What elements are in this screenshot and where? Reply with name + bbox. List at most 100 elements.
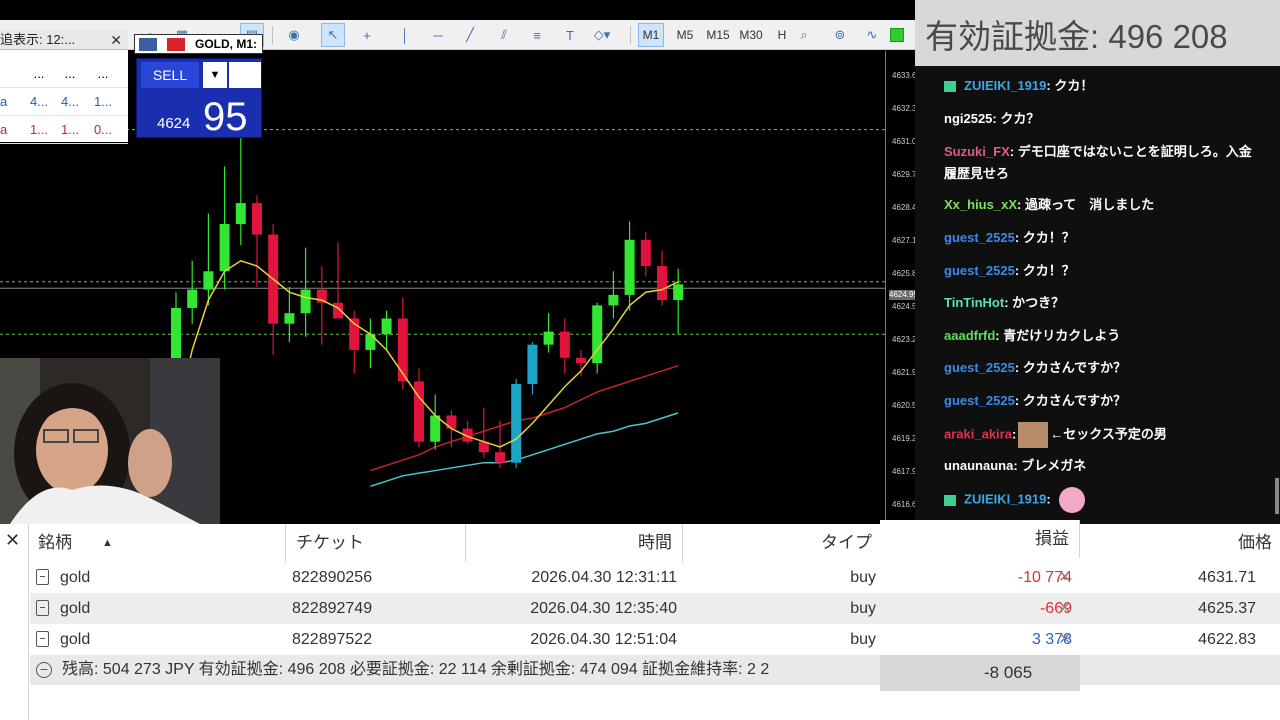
market-watch-row[interactable]: a 1... 1... 0... [0, 116, 128, 144]
fibonacci-icon[interactable]: ≡ [525, 23, 549, 47]
price-cell: 4631.71 [1198, 569, 1256, 586]
symbol-cell: gold [60, 600, 91, 617]
candle-body [495, 452, 505, 463]
column-header-profit-label: 損益 [1035, 529, 1069, 548]
table-row[interactable]: gold 822890256 2026.04.30 12:31:11 buy -10 7… [30, 562, 1280, 593]
close-position-icon[interactable]: ✕ [1058, 562, 1071, 593]
chat-username[interactable]: unaunauna [944, 458, 1013, 473]
market-watch-tab[interactable]: 追表示: 12:... ✕ [0, 30, 128, 50]
chat-username[interactable]: aaadfrfd [944, 328, 995, 343]
time-cell: 2026.04.30 12:35:40 [530, 600, 677, 617]
chat-message: guest_2525: クカさんですか？ [944, 357, 1264, 379]
timeframe-m5[interactable]: M5 [672, 23, 698, 47]
candle-body [187, 289, 198, 308]
divider [28, 524, 29, 720]
candle-body [284, 313, 295, 324]
column-header-time[interactable]: 時間 [466, 524, 683, 562]
price-axis: 4633.65 4632.35 4631.05 4629.75 4628.45 4627.… [885, 51, 921, 523]
close-position-icon[interactable]: ✕ [1058, 593, 1071, 624]
column-header-type[interactable]: タイプ [683, 524, 880, 562]
column-header-profit[interactable]: 損益 [880, 520, 1080, 558]
market-watch-row[interactable]: a 4... 4... 1... [0, 88, 128, 116]
market-watch-row[interactable]: ... ... ... [0, 60, 128, 88]
table-row[interactable]: gold 822897522 2026.04.30 12:51:04 buy 3 378… [30, 624, 1280, 655]
symbol-cell: gold [60, 569, 91, 586]
chat-username[interactable]: guest_2525 [944, 230, 1015, 245]
colon: : [1011, 426, 1017, 442]
webcam-image [0, 358, 220, 524]
collapse-icon[interactable]: − [36, 662, 52, 678]
chat-username[interactable]: Suzuki_FX [944, 144, 1010, 159]
horizontal-line-icon[interactable]: ─ [426, 23, 450, 47]
indicator-icon[interactable]: ∿ [860, 23, 884, 47]
candle-body [657, 266, 667, 301]
chat-username[interactable]: guest_2525 [944, 263, 1015, 278]
column-header-ticket[interactable]: チケット [286, 524, 466, 562]
candle-body [624, 239, 635, 295]
column-header-symbol[interactable]: 銘柄 ▲ [30, 524, 286, 562]
magnifier-icon[interactable]: ⌕ [792, 23, 816, 47]
chat-text: : ブレメガネ [1013, 458, 1087, 473]
close-icon[interactable]: ✕ [110, 30, 122, 49]
chat-username[interactable]: guest_2525 [944, 360, 1015, 375]
chat-message: aaadfrfd: 青だけリカクしよう [944, 325, 1264, 347]
screen: ▢ ▢ ▢ ⊕ ○ ▦ ▤ ◉ ↖ + │ ─ ╱ ⫽ ≡ T ◇▾ M1 M5… [0, 0, 1280, 720]
toolbar-separator [630, 26, 631, 44]
candle-body [608, 294, 619, 306]
candle-body [527, 344, 538, 385]
close-position-icon[interactable]: ✕ [1058, 624, 1071, 655]
price-cell: 4622.83 [1198, 631, 1256, 648]
chat-username[interactable]: Xx_hius_xX [944, 197, 1017, 212]
volume-input[interactable] [229, 62, 261, 88]
document-icon [36, 600, 49, 616]
timeframe-m1[interactable]: M1 [638, 23, 664, 47]
close-panel-icon[interactable]: ✕ [5, 530, 20, 551]
crosshair-icon[interactable]: + [355, 23, 379, 47]
vertical-line-icon[interactable]: │ [393, 23, 417, 47]
chat-message: araki_akira: ←セックス予定の男 [944, 422, 1264, 448]
table-row[interactable]: gold 822892749 2026.04.30 12:35:40 buy -669 ✕… [30, 593, 1280, 624]
text-icon[interactable]: T [558, 23, 582, 47]
volume-dropdown[interactable]: ▼ [203, 62, 227, 88]
chart-title-bar[interactable]: GOLD, M1: [134, 34, 263, 54]
timeframe-h[interactable]: H [770, 23, 794, 47]
chat-message: ZUIEIKI_1919: [944, 487, 1264, 513]
toolbar-separator [272, 26, 273, 44]
chat-text: : クカ？ [992, 111, 1040, 126]
timeframe-m30[interactable]: M30 [736, 23, 766, 47]
screenshot-icon[interactable]: ◉ [282, 23, 306, 47]
chat-username[interactable]: ZUIEIKI_1919 [964, 491, 1046, 506]
chat-username[interactable]: ngi2525 [944, 111, 992, 126]
sort-ascending-icon: ▲ [102, 537, 113, 549]
chat-text: ←セックス予定の男 [1050, 426, 1167, 442]
chart-type-icon [167, 38, 185, 51]
trendline-icon[interactable]: ╱ [458, 23, 482, 47]
chat-username[interactable]: TinTinHot [944, 295, 1004, 310]
symbol-cell: gold [60, 631, 91, 648]
chat-text: : クカ！？ [1014, 230, 1075, 245]
candle-body [397, 318, 408, 382]
one-click-trading-panel: SELL ▼ 4624 95 [136, 58, 262, 139]
shapes-icon[interactable]: ◇▾ [590, 23, 614, 47]
calendar-icon [139, 38, 157, 51]
equity-header: 有効証拠金: 496 208 [915, 0, 1280, 66]
cursor-icon[interactable]: ↖ [321, 23, 345, 47]
column-header-type-label: タイプ [821, 533, 872, 552]
chat-username[interactable]: araki_akira [944, 426, 1012, 441]
channel-icon[interactable]: ⫽ [492, 23, 516, 47]
column-header-ticket-label: チケット [296, 533, 364, 552]
chat-message: Xx_hius_xX: 過疎って 消しました [944, 194, 1264, 216]
time-cell: 2026.04.30 12:51:04 [530, 631, 677, 648]
positions-panel: ✕ 銘柄 ▲ チケット 時間 タイプ 損益 価格 gold 822890256 20… [0, 520, 1280, 720]
sell-button[interactable]: SELL [141, 62, 199, 88]
algo-trading-icon[interactable] [890, 28, 904, 42]
column-header-price[interactable]: 価格 [1080, 524, 1280, 562]
chat-username[interactable]: ZUIEIKI_1919 [964, 78, 1046, 93]
timeframe-m15[interactable]: M15 [703, 23, 733, 47]
cell: ... [97, 66, 109, 81]
chat-text: : 青だけリカクしよう [995, 328, 1121, 343]
cell: 1... [29, 122, 49, 137]
chat-scrollbar[interactable] [1275, 478, 1279, 514]
chat-username[interactable]: guest_2525 [944, 393, 1015, 408]
settings-icon[interactable]: ⊚ [828, 23, 852, 47]
